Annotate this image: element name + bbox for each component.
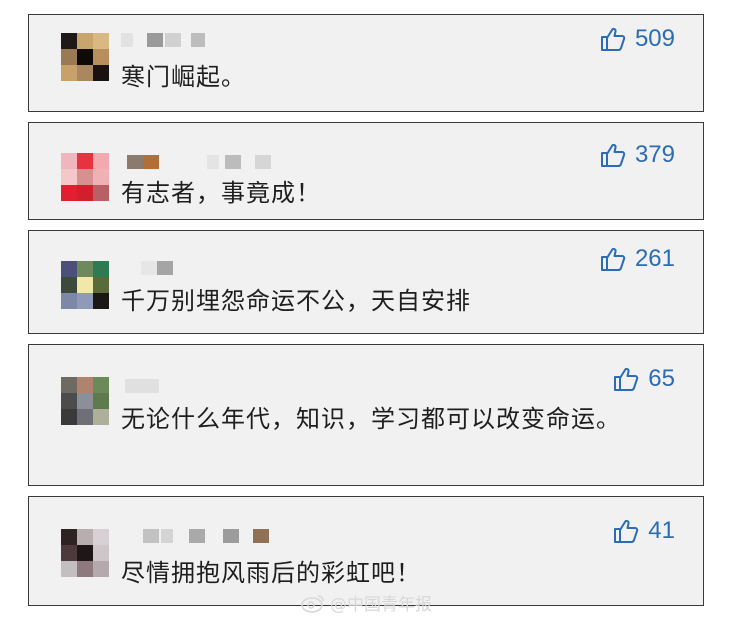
comment-text: 无论什么年代，知识，学习都可以改变命运。 xyxy=(121,405,621,433)
watermark-text: @中国青年报 xyxy=(330,595,432,615)
thumbs-up-icon xyxy=(600,143,626,167)
avatar[interactable] xyxy=(61,33,109,81)
like-count: 65 xyxy=(648,365,675,392)
comment-card: 有志者，事竟成！ 379 xyxy=(28,122,704,220)
thumbs-up-icon xyxy=(614,367,639,391)
like-button[interactable]: 261 xyxy=(599,245,675,273)
comment-text: 有志者，事竟成！ xyxy=(121,179,321,207)
avatar[interactable] xyxy=(61,377,109,425)
like-button[interactable]: 379 xyxy=(599,141,675,169)
like-count: 379 xyxy=(634,141,675,168)
comment-text: 寒门崛起。 xyxy=(121,63,246,91)
username-blurred[interactable] xyxy=(125,379,165,393)
avatar[interactable] xyxy=(61,261,109,309)
username-blurred[interactable] xyxy=(143,529,283,543)
like-count: 261 xyxy=(634,245,675,272)
watermark: @中国青年报 xyxy=(300,590,432,615)
comment-card: 无论什么年代，知识，学习都可以改变命运。 65 xyxy=(28,344,704,486)
avatar[interactable] xyxy=(61,153,109,201)
username-blurred[interactable] xyxy=(141,261,201,275)
thumbs-up-icon xyxy=(600,247,626,271)
comment-card: 寒门崛起。 509 xyxy=(28,14,704,112)
comment-card: 千万别埋怨命运不公，天自安排 261 xyxy=(28,230,704,334)
like-button[interactable]: 509 xyxy=(599,25,675,53)
comment-text: 尽情拥抱风雨后的彩虹吧！ xyxy=(121,559,421,587)
avatar[interactable] xyxy=(61,529,109,577)
comment-text: 千万别埋怨命运不公，天自安排 xyxy=(121,287,471,315)
like-count: 509 xyxy=(634,25,675,52)
thumbs-up-icon xyxy=(614,519,639,543)
weibo-icon xyxy=(301,594,324,613)
like-button[interactable]: 41 xyxy=(612,517,675,545)
like-button[interactable]: 65 xyxy=(612,365,675,393)
username-blurred[interactable] xyxy=(127,155,287,169)
thumbs-up-icon xyxy=(600,27,626,51)
like-count: 41 xyxy=(648,517,675,544)
username-blurred[interactable] xyxy=(121,33,241,47)
